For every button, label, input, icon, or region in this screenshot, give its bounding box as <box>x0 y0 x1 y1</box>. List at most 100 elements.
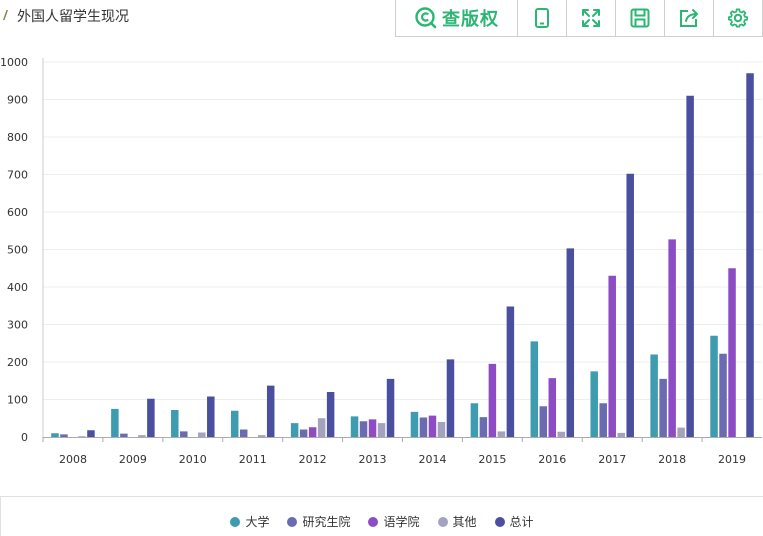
bar-研究生院-2011 <box>239 429 248 437</box>
bar-大学-2014 <box>410 411 419 438</box>
bar-其他-2015 <box>497 431 506 438</box>
bar-大学-2013 <box>350 416 359 438</box>
bar-其他-2011 <box>257 435 266 438</box>
settings-icon <box>728 8 748 28</box>
x-tick-label: 2017 <box>598 453 626 466</box>
legend-item[interactable]: 研究生院 <box>287 513 350 530</box>
bar-大学-2008 <box>51 433 59 437</box>
bar-其他-2012 <box>317 418 326 437</box>
legend-marker-icon <box>494 516 505 527</box>
bar-其他-2009 <box>138 435 146 438</box>
bar-研究生院-2008 <box>60 434 68 438</box>
bar-总计-2014 <box>446 359 455 438</box>
chart-title: 外国人留学生现况 <box>17 9 129 25</box>
bar-总计-2012 <box>326 392 335 437</box>
bar-语学院-2012 <box>308 427 317 437</box>
fullscreen-icon <box>582 9 600 27</box>
bar-其他-2014 <box>437 422 446 437</box>
x-tick-label: 2010 <box>179 453 207 466</box>
y-tick-label: 900 <box>7 94 28 107</box>
y-tick-label: 700 <box>7 169 28 182</box>
copyright-check-label: 查版权 <box>442 9 499 30</box>
bar-研究生院-2012 <box>299 429 308 437</box>
bar-总计-2015 <box>506 306 515 437</box>
bar-语学院-2019 <box>728 268 736 437</box>
bar-研究生院-2009 <box>120 433 128 438</box>
legend-label: 大学 <box>245 515 270 529</box>
copyright-check-button[interactable]: 查版权 <box>396 0 518 36</box>
settings-button[interactable] <box>714 0 762 36</box>
copyright-icon <box>415 7 437 29</box>
bar-其他-2013 <box>377 423 386 438</box>
bar-语学院-2014 <box>428 415 437 438</box>
x-tick-label: 2019 <box>718 453 746 466</box>
y-tick-label: 500 <box>7 244 28 257</box>
bar-总计-2009 <box>147 398 155 437</box>
x-tick-label: 2011 <box>239 453 267 466</box>
legend-item[interactable]: 其他 <box>437 513 477 530</box>
bar-大学-2015 <box>470 403 479 437</box>
x-tick-label: 2018 <box>658 453 686 466</box>
x-tick-label: 2014 <box>418 453 446 466</box>
bar-总计-2008 <box>87 430 95 437</box>
chart-header: 外国人留学生现况 <box>0 0 395 32</box>
y-tick-label: 800 <box>7 131 28 144</box>
x-tick-label: 2016 <box>538 453 566 466</box>
bar-其他-2016 <box>557 431 566 437</box>
legend-marker-icon <box>437 516 448 527</box>
x-tick-label: 2012 <box>299 453 327 466</box>
bar-其他-2008 <box>78 436 86 437</box>
bar-总计-2016 <box>566 248 575 438</box>
bar-语学院-2017 <box>608 275 616 437</box>
bar-其他-2010 <box>198 432 206 437</box>
bar-大学-2016 <box>530 341 539 438</box>
bar-研究生院-2014 <box>419 417 428 437</box>
legend-item[interactable]: 大学 <box>230 513 269 530</box>
bar-chart: 0 100 200 300 400 500 600 700 800 900 1000 2008 2009… <box>0 56 762 466</box>
bar-语学院-2016 <box>548 378 557 438</box>
x-tick-label: 2009 <box>119 453 147 466</box>
title-marker-icon <box>3 10 8 20</box>
tablet-icon <box>535 8 549 28</box>
bar-其他-2018 <box>677 427 685 438</box>
bar-大学-2019 <box>710 335 718 437</box>
bar-研究生院-2019 <box>719 353 727 437</box>
bar-语学院-2018 <box>668 239 676 438</box>
y-tick-label: 0 <box>21 431 28 444</box>
bar-研究生院-2010 <box>180 431 188 438</box>
bar-研究生院-2016 <box>539 406 548 437</box>
chart-legend: 大学 研究生院 语学院 其他 总计 <box>0 496 763 536</box>
y-tick-label: 300 <box>7 319 28 332</box>
bar-语学院-2013 <box>368 419 377 438</box>
legend-marker-icon <box>368 516 379 527</box>
y-tick-label: 1000 <box>0 56 28 69</box>
legend-label: 语学院 <box>383 515 420 529</box>
legend-marker-icon <box>230 516 241 527</box>
legend-item[interactable]: 语学院 <box>368 513 420 530</box>
fullscreen-button[interactable] <box>567 0 616 36</box>
bar-总计-2011 <box>266 385 275 438</box>
bar-研究生院-2017 <box>599 403 607 437</box>
bar-大学-2012 <box>290 423 299 438</box>
y-tick-label: 200 <box>7 356 28 369</box>
legend-label: 其他 <box>452 515 477 529</box>
save-icon <box>630 8 650 28</box>
bar-其他-2017 <box>617 432 625 438</box>
y-tick-label: 100 <box>7 394 28 407</box>
save-image-button[interactable] <box>616 0 665 36</box>
legend-label: 研究生院 <box>302 515 351 529</box>
share-button[interactable] <box>665 0 714 36</box>
legend-marker-icon <box>287 516 298 527</box>
bar-总计-2018 <box>686 95 694 437</box>
bar-大学-2011 <box>230 410 239 437</box>
bar-研究生院-2018 <box>659 378 667 438</box>
tablet-view-button[interactable] <box>518 0 567 36</box>
bar-总计-2013 <box>386 378 395 438</box>
share-icon <box>680 9 699 27</box>
bar-总计-2010 <box>207 396 215 437</box>
bar-语学院-2015 <box>488 363 497 438</box>
bar-研究生院-2015 <box>479 417 488 438</box>
bar-总计-2019 <box>746 73 754 437</box>
x-tick-label: 2015 <box>478 453 506 466</box>
legend-item[interactable]: 总计 <box>494 513 534 530</box>
